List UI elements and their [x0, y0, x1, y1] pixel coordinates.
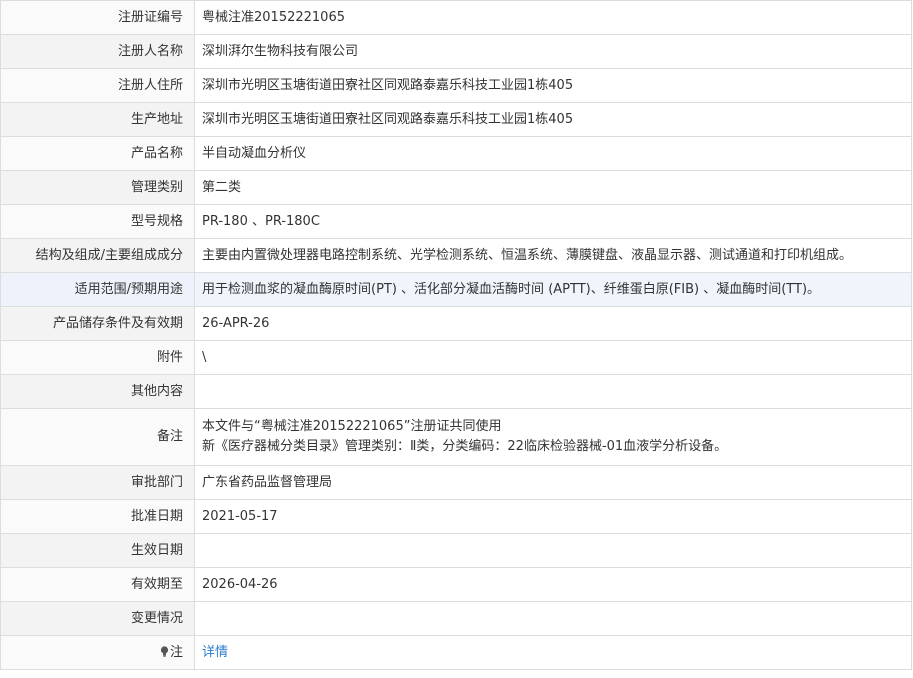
table-row: 适用范围/预期用途 用于检测血浆的凝血酶原时间(PT) 、活化部分凝血活酶时间 … — [0, 272, 912, 307]
field-label: 注 — [169, 644, 183, 660]
table-row: 注册证编号 粤械注准20152221065 — [0, 0, 912, 35]
field-label: 其他内容 — [0, 374, 195, 409]
field-value: 深圳湃尔生物科技有限公司 — [194, 34, 912, 69]
field-value: 第二类 — [194, 170, 912, 205]
table-row: 产品名称 半自动凝血分析仪 — [0, 136, 912, 171]
field-value: 2026-04-26 — [194, 567, 912, 602]
remark-line: 新《医疗器械分类目录》管理类别：Ⅱ类，分类编码：22临床检验器械-01血液学分析… — [202, 439, 728, 454]
field-value: 用于检测血浆的凝血酶原时间(PT) 、活化部分凝血活酶时间 (APTT)、纤维蛋… — [194, 272, 912, 307]
field-label: 附件 — [0, 340, 195, 375]
note-label: 注 — [0, 635, 195, 670]
field-label: 批准日期 — [0, 499, 195, 534]
field-value: 广东省药品监督管理局 — [194, 465, 912, 500]
table-row: 变更情况 — [0, 601, 912, 636]
field-value — [194, 533, 912, 568]
field-label: 注册人住所 — [0, 68, 195, 103]
table-row: 附件 \ — [0, 340, 912, 375]
table-row: 注册人住所 深圳市光明区玉塘街道田寮社区同观路泰嘉乐科技工业园1栋405 — [0, 68, 912, 103]
field-label: 变更情况 — [0, 601, 195, 636]
table-row: 管理类别 第二类 — [0, 170, 912, 205]
field-value: PR-180 、PR-180C — [194, 204, 912, 239]
field-label: 适用范围/预期用途 — [0, 272, 195, 307]
table-row: 结构及组成/主要组成成分 主要由内置微处理器电路控制系统、光学检测系统、恒温系统… — [0, 238, 912, 273]
table-row: 有效期至 2026-04-26 — [0, 567, 912, 602]
remark-line: 本文件与“粤械注准20152221065”注册证共同使用 — [202, 419, 502, 434]
field-label: 生效日期 — [0, 533, 195, 568]
table-row: 生效日期 — [0, 533, 912, 568]
table-row: 生产地址 深圳市光明区玉塘街道田寮社区同观路泰嘉乐科技工业园1栋405 — [0, 102, 912, 137]
field-value: 2021-05-17 — [194, 499, 912, 534]
table-row: 批准日期 2021-05-17 — [0, 499, 912, 534]
field-label: 生产地址 — [0, 102, 195, 137]
registration-record-table: 注册证编号 粤械注准20152221065 注册人名称 深圳湃尔生物科技有限公司… — [0, 0, 912, 670]
table-row: 备注 本文件与“粤械注准20152221065”注册证共同使用 新《医疗器械分类… — [0, 408, 912, 466]
field-value: 粤械注准20152221065 — [194, 0, 912, 35]
table-row: 注册人名称 深圳湃尔生物科技有限公司 — [0, 34, 912, 69]
remark-value: 本文件与“粤械注准20152221065”注册证共同使用 新《医疗器械分类目录》… — [194, 408, 912, 466]
table-row: 产品储存条件及有效期 26-APR-26 — [0, 306, 912, 341]
table-row: 注 详情 — [0, 635, 912, 670]
table-row: 型号规格 PR-180 、PR-180C — [0, 204, 912, 239]
table-row: 其他内容 — [0, 374, 912, 409]
details-link[interactable]: 详情 — [202, 645, 228, 660]
field-label: 管理类别 — [0, 170, 195, 205]
field-label: 有效期至 — [0, 567, 195, 602]
field-value — [194, 374, 912, 409]
field-label: 审批部门 — [0, 465, 195, 500]
field-label: 备注 — [0, 408, 195, 466]
field-value — [194, 601, 912, 636]
field-label: 型号规格 — [0, 204, 195, 239]
field-label: 结构及组成/主要组成成分 — [0, 238, 195, 273]
field-value: \ — [194, 340, 912, 375]
field-value: 深圳市光明区玉塘街道田寮社区同观路泰嘉乐科技工业园1栋405 — [194, 102, 912, 137]
lightbulb-icon — [160, 645, 169, 657]
field-value: 26-APR-26 — [194, 306, 912, 341]
field-label: 产品储存条件及有效期 — [0, 306, 195, 341]
field-label: 产品名称 — [0, 136, 195, 171]
field-value: 详情 — [194, 635, 912, 670]
field-value: 主要由内置微处理器电路控制系统、光学检测系统、恒温系统、薄膜键盘、液晶显示器、测… — [194, 238, 912, 273]
field-value: 深圳市光明区玉塘街道田寮社区同观路泰嘉乐科技工业园1栋405 — [194, 68, 912, 103]
field-label: 注册证编号 — [0, 0, 195, 35]
field-label: 注册人名称 — [0, 34, 195, 69]
field-value: 半自动凝血分析仪 — [194, 136, 912, 171]
table-row: 审批部门 广东省药品监督管理局 — [0, 465, 912, 500]
